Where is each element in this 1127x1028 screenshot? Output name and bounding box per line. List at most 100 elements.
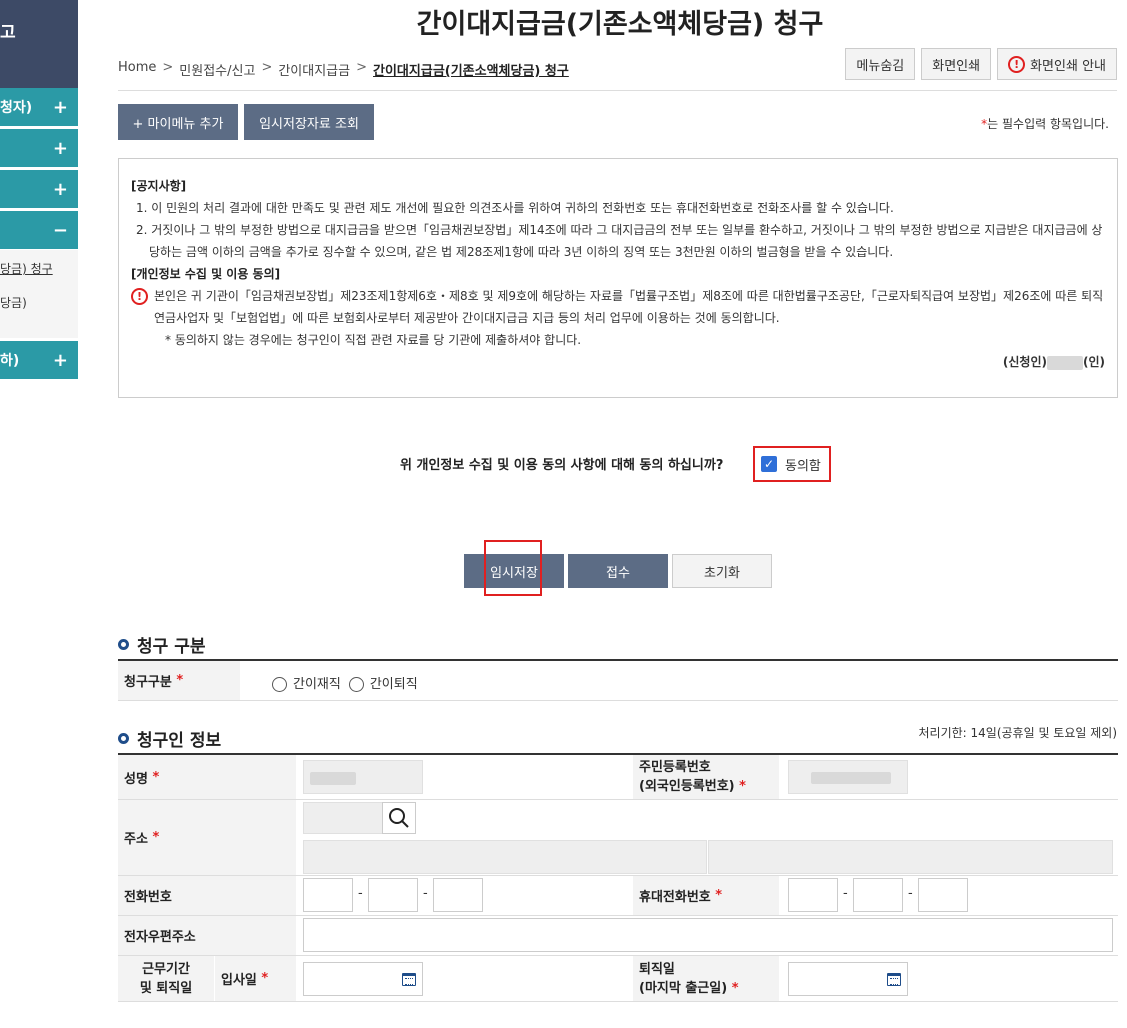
radio-option[interactable]: 간이재직 <box>272 673 341 692</box>
field-label: 주민등록번호 (외국인등록번호) * <box>633 755 779 799</box>
required-mark: * <box>261 971 269 986</box>
sidebar-item-3[interactable]: + <box>0 170 78 208</box>
required-note: *는 필수입력 항목입니다. <box>981 115 1109 132</box>
field-label: 청구구분 * <box>118 661 240 700</box>
field-label: 성명 * <box>118 755 296 799</box>
address-line2-field[interactable] <box>708 840 1113 874</box>
required-mark: * <box>176 673 184 688</box>
consent-checkbox[interactable]: ✓ 동의함 <box>753 446 831 482</box>
bullet-icon <box>118 639 129 650</box>
retire-date-label: 퇴직일 <box>639 961 675 977</box>
hire-date-input[interactable] <box>303 962 423 996</box>
name-label: 성명 <box>124 771 148 787</box>
print-button[interactable]: 화면인쇄 <box>921 48 992 80</box>
consent-label[interactable]: 동의함 <box>785 455 821 474</box>
period-label-sub: 및 퇴직일 <box>139 980 193 996</box>
phone-part3-input[interactable] <box>433 878 483 912</box>
phone-dash: - <box>423 886 428 901</box>
print-guide-label: 화면인쇄 안내 <box>1030 58 1106 74</box>
required-note-text: 는 필수입력 항목입니다. <box>987 117 1109 131</box>
section-title-text: 청구 구분 <box>137 637 206 657</box>
address-label: 주소 <box>124 832 148 847</box>
period-label: 근무기간 <box>142 961 190 977</box>
field-label: 전화번호 <box>118 876 296 915</box>
privacy-statement: ! 본인은 귀 기관이「임금채권보장법」제23조제1항제6호・제8호 및 제9호… <box>131 285 1105 329</box>
reset-button[interactable]: 초기화 <box>672 554 772 588</box>
phone-part2-input[interactable] <box>368 878 418 912</box>
breadcrumb-separator: > <box>261 60 273 75</box>
field-label: 휴대전화번호 * <box>633 876 779 915</box>
claim-type-radio-group: 간이재직 간이퇴직 <box>272 673 418 692</box>
sidebar-item-1[interactable]: 청자) + <box>0 88 78 126</box>
sidebar-header: 고 <box>0 0 78 88</box>
notice-heading: [공지사항] <box>131 179 187 193</box>
redacted-name <box>310 772 356 785</box>
expand-icon: + <box>52 96 68 118</box>
rrn-label-sub: (외국인등록번호) * <box>639 779 746 794</box>
sidebar: 고 청자) + + + − 당금) 청구 당금) 하) + <box>0 0 78 1028</box>
checkbox-checked-icon[interactable]: ✓ <box>761 456 777 472</box>
privacy-heading: [개인정보 수집 및 이용 동의] <box>131 267 281 281</box>
mobile-dash: - <box>908 886 913 901</box>
redacted-rrn <box>811 772 891 784</box>
collapse-icon: − <box>52 219 68 241</box>
breadcrumb-item[interactable]: 민원접수/신고 <box>179 60 255 79</box>
radio-icon[interactable] <box>348 677 364 692</box>
sidebar-item-2[interactable]: + <box>0 129 78 167</box>
applicant-signature: (신청인) (인) <box>131 351 1105 373</box>
breadcrumb: Home > 민원접수/신고 > 간이대지급금 > 간이대지급금(기존소액체당금… <box>118 60 569 79</box>
required-mark: * <box>152 830 160 845</box>
highlight-box <box>484 540 542 596</box>
mobile-label: 휴대전화번호 <box>639 890 711 905</box>
address-search-button[interactable] <box>382 802 416 834</box>
expand-icon: + <box>52 178 68 200</box>
email-input[interactable] <box>303 918 1113 952</box>
notice-box: [공지사항] 1. 이 민원의 처리 결과에 대한 만족도 및 관련 제도 개선… <box>118 158 1118 398</box>
mobile-part1-input[interactable] <box>788 878 838 912</box>
submit-button[interactable]: 접수 <box>568 554 668 588</box>
search-icon <box>389 808 409 828</box>
hide-menu-button[interactable]: 메뉴숨김 <box>845 48 916 80</box>
print-guide-button[interactable]: ! 화면인쇄 안내 <box>997 48 1117 80</box>
section-title-claim: 청구 구분 <box>118 632 205 657</box>
sidebar-header-label: 고 <box>0 23 16 43</box>
postcode-field <box>303 802 383 834</box>
required-mark: * <box>152 769 160 785</box>
field-label: 입사일 * <box>215 956 296 1001</box>
sidebar-item-4[interactable]: − <box>0 211 78 249</box>
notice-item: 2. 거짓이나 그 밖의 부정한 방법으로 대지급금을 받으면「임금채권보장법」… <box>136 223 1103 259</box>
consent-question: 위 개인정보 수집 및 이용 동의 사항에 대해 동의 하십니까? <box>400 458 724 473</box>
field-label: 주소 * <box>118 800 296 875</box>
signature-prefix: (신청인) <box>1002 355 1047 369</box>
sidebar-item-5[interactable]: 하) + <box>0 341 78 379</box>
breadcrumb-current: 간이대지급금(기존소액체당금) 청구 <box>373 64 569 79</box>
breadcrumb-home[interactable]: Home <box>118 60 156 79</box>
retire-date-label-sub: (마지막 출근일) * <box>639 980 739 996</box>
form-row-claim-type: 청구구분 * 간이재직 간이퇴직 <box>118 661 1118 701</box>
mobile-part3-input[interactable] <box>918 878 968 912</box>
radio-icon[interactable] <box>272 677 287 692</box>
breadcrumb-item[interactable]: 간이대지급금 <box>278 60 350 79</box>
calendar-icon[interactable] <box>887 973 901 986</box>
radio-option[interactable]: 간이퇴직 <box>348 673 418 692</box>
header-divider <box>118 90 1117 91</box>
sidebar-subitem[interactable]: 당금) <box>0 294 78 311</box>
mobile-dash: - <box>843 886 848 901</box>
add-my-menu-button[interactable]: + 마이메뉴 추가 <box>118 104 238 140</box>
temp-lookup-button[interactable]: 임시저장자료 조회 <box>244 104 374 140</box>
retire-date-input[interactable] <box>788 962 908 996</box>
page-toolbar: 메뉴숨김 화면인쇄 ! 화면인쇄 안내 <box>845 48 1117 80</box>
page-title: 간이대지급금(기존소액체당금) 청구 <box>416 9 824 40</box>
calendar-icon[interactable] <box>402 973 416 986</box>
sidebar-subitem-active[interactable]: 당금) 청구 <box>0 260 78 277</box>
field-label: 전자우편주소 <box>118 916 296 955</box>
bullet-icon <box>118 733 129 744</box>
privacy-note: * 동의하지 않는 경우에는 청구인이 직접 관련 자료를 당 기관에 제출하셔… <box>165 333 582 347</box>
radio-label: 간이퇴직 <box>369 677 418 692</box>
form-row-work-period: 근무기간 및 퇴직일 입사일 * 퇴직일 (마지막 출근일) * <box>118 956 1118 1002</box>
expand-icon: + <box>52 349 68 371</box>
mobile-part2-input[interactable] <box>853 878 903 912</box>
required-mark: * <box>715 888 723 903</box>
notice-item: 1. 이 민원의 처리 결과에 대한 만족도 및 관련 제도 개선에 필요한 의… <box>136 201 894 215</box>
phone-part1-input[interactable] <box>303 878 353 912</box>
